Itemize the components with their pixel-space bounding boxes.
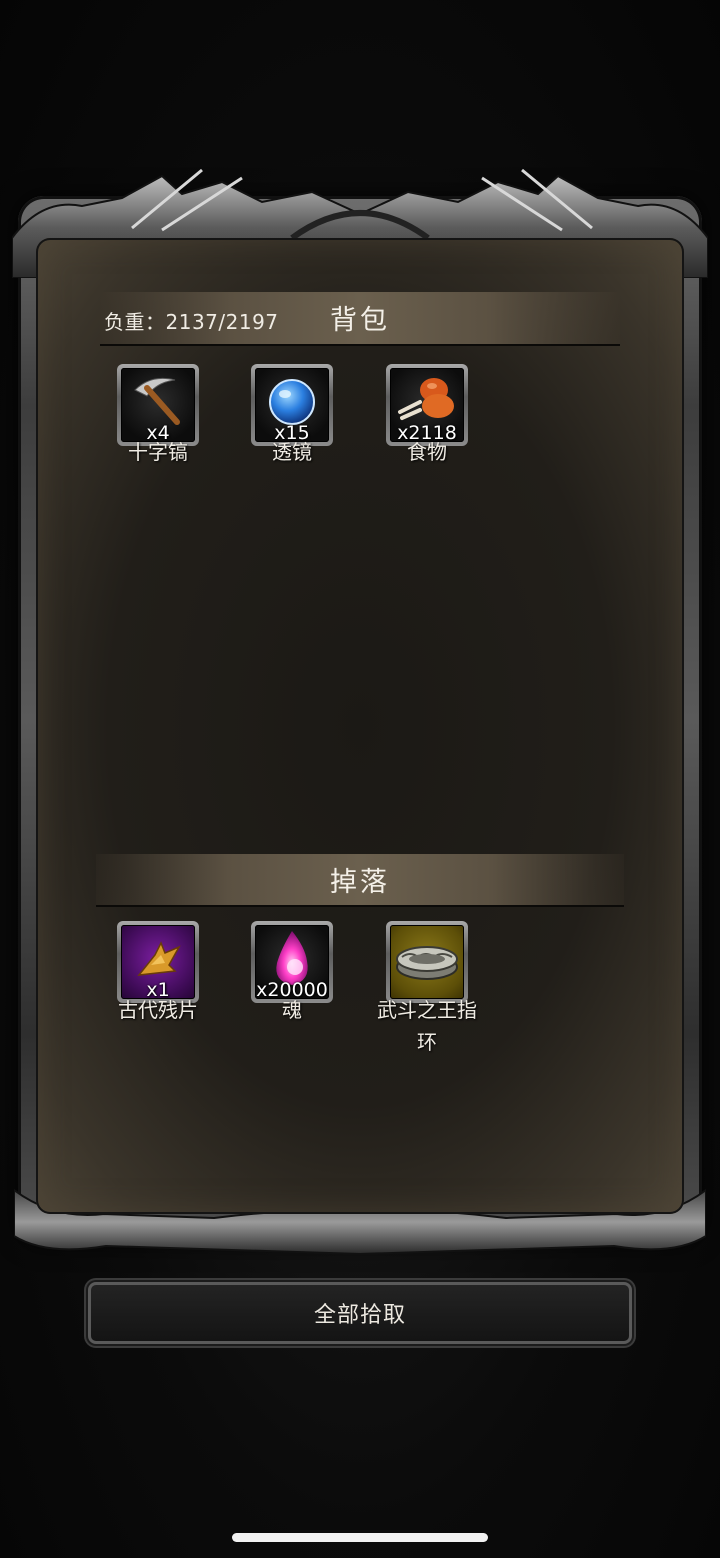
item-name-line-2: 环 bbox=[417, 1030, 437, 1054]
ring-icon bbox=[396, 946, 458, 980]
item-name: 食物 bbox=[407, 440, 447, 464]
item-slot-pickaxe[interactable]: x4 bbox=[117, 364, 199, 446]
item-name: 透镜 bbox=[272, 440, 312, 464]
item-name: 魂 bbox=[282, 998, 302, 1022]
item-name: 十字镐 bbox=[128, 440, 188, 464]
item-slot-lens[interactable]: x15 bbox=[251, 364, 333, 446]
drop-slot-ancient-fragment[interactable]: x1 bbox=[117, 921, 199, 1003]
backpack-header-divider bbox=[100, 344, 620, 346]
drops-title: 掉落 bbox=[330, 867, 390, 898]
drop-slot-soul[interactable]: x20000 bbox=[251, 921, 333, 1003]
home-indicator[interactable] bbox=[232, 1533, 488, 1542]
game-screen: 负重：2137/2197 背包 x4 十字镐 x15 透镜 x2118 食物 掉… bbox=[0, 0, 720, 1558]
item-name: 古代残片 bbox=[118, 998, 198, 1022]
drop-slot-ring[interactable] bbox=[386, 921, 468, 1003]
drops-header-divider bbox=[96, 905, 624, 907]
item-name-line-1: 武斗之王指 bbox=[377, 998, 477, 1022]
backpack-title: 背包 bbox=[330, 305, 390, 336]
item-slot-food[interactable]: x2118 bbox=[386, 364, 468, 446]
pickup-all-button[interactable]: 全部拾取 bbox=[88, 1282, 632, 1344]
